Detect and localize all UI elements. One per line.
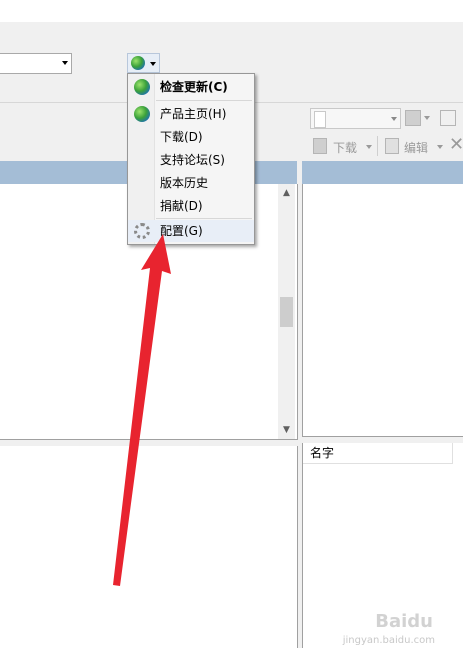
chevron-down-icon[interactable] <box>366 145 372 149</box>
menu-item-version-history[interactable]: 版本历史 <box>128 172 254 194</box>
remote-tree-panel[interactable] <box>302 184 463 436</box>
menu-item-label: 下载(D) <box>160 130 203 144</box>
folder-icon[interactable] <box>405 110 421 126</box>
chevron-down-icon[interactable] <box>391 117 397 121</box>
menu-item-forum[interactable]: 支持论坛(S) <box>128 149 254 171</box>
menu-separator <box>156 100 252 101</box>
menu-item-check-update[interactable]: 检查更新(C) <box>128 76 254 98</box>
menu-item-donate[interactable]: 捐献(D) <box>128 195 254 217</box>
watermark-brand: Baidu <box>375 611 433 632</box>
update-globe-icon <box>131 56 145 70</box>
menu-item-download[interactable]: 下载(D) <box>128 126 254 148</box>
remote-panel-header <box>302 161 463 184</box>
chevron-down-icon[interactable] <box>424 116 430 120</box>
menu-item-homepage[interactable]: 产品主页(H) <box>128 103 254 125</box>
download-label[interactable]: 下载 <box>333 139 357 156</box>
menu-item-label: 版本历史 <box>160 176 209 190</box>
menu-separator <box>156 218 252 219</box>
toolbar-divider <box>377 136 378 156</box>
remote-site-combo[interactable] <box>310 108 401 129</box>
update-check-button[interactable] <box>127 53 160 73</box>
menu-item-label: 检查更新(C) <box>160 80 228 94</box>
edit-icon[interactable] <box>385 138 399 154</box>
download-icon[interactable] <box>313 138 327 154</box>
menu-item-label: 捐献(D) <box>160 199 203 213</box>
update-dropdown-menu: 检查更新(C) 产品主页(H) 下载(D) 支持论坛(S) 版本历史 捐献(D)… <box>127 73 255 245</box>
watermark-url: jingyan.baidu.com <box>342 635 435 646</box>
file-icon <box>314 111 326 128</box>
vertical-scrollbar[interactable]: ▲ ▼ <box>278 184 295 439</box>
title-bar <box>0 0 463 22</box>
close-icon[interactable]: ✕ <box>449 134 463 155</box>
server-combo[interactable] <box>0 53 72 74</box>
menu-item-label: 配置(G) <box>160 224 203 238</box>
menu-item-label: 支持论坛(S) <box>160 153 225 167</box>
globe-icon <box>134 106 150 122</box>
column-header-name[interactable]: 名字 <box>303 443 453 464</box>
scroll-up-icon[interactable]: ▲ <box>278 188 295 198</box>
menu-item-label: 产品主页(H) <box>160 107 227 121</box>
update-globe-icon <box>134 79 150 95</box>
edit-label[interactable]: 编辑 <box>404 139 428 156</box>
scroll-down-icon[interactable]: ▼ <box>278 425 295 435</box>
chevron-down-icon[interactable] <box>437 145 443 149</box>
gear-icon <box>134 223 150 239</box>
chevron-down-icon[interactable] <box>150 62 156 66</box>
scrollbar-thumb[interactable] <box>280 297 293 327</box>
chevron-down-icon[interactable] <box>62 61 68 65</box>
filter-icon[interactable] <box>440 110 456 126</box>
menu-item-settings[interactable]: 配置(G) <box>128 220 254 242</box>
local-file-list[interactable] <box>0 446 298 648</box>
